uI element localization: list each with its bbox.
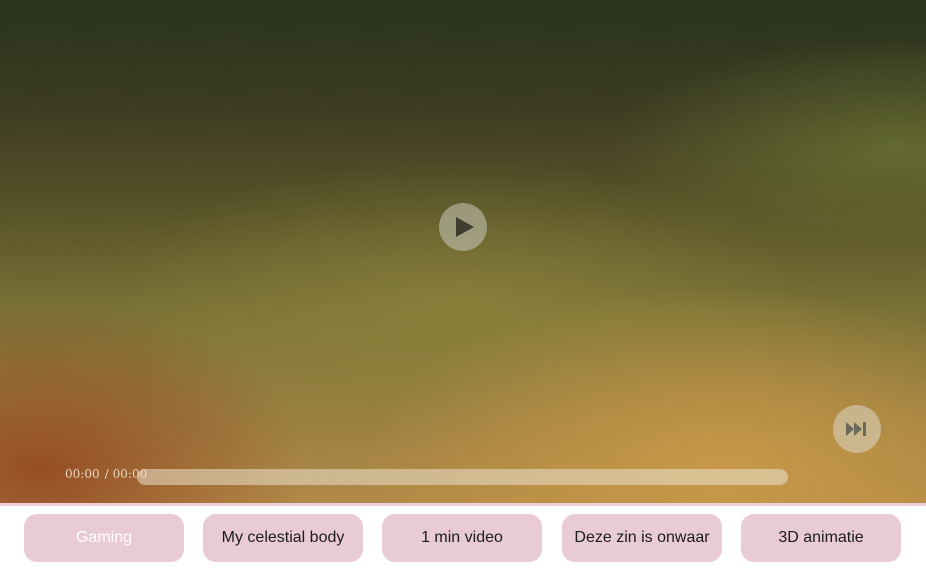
film-grain-overlay <box>0 0 926 503</box>
current-time: 00:00 <box>65 467 100 481</box>
skip-forward-button[interactable] <box>833 405 881 453</box>
time-display: 00:00/00:00 <box>65 467 147 481</box>
progress-bar[interactable] <box>137 469 788 485</box>
play-button[interactable] <box>439 203 487 251</box>
play-icon <box>456 217 474 237</box>
video-tab-bar: Gaming My celestial body 1 min video Dez… <box>0 506 926 570</box>
tab-gaming[interactable]: Gaming <box>24 514 184 562</box>
tab-1-min-video[interactable]: 1 min video <box>382 514 542 562</box>
tab-my-celestial-body[interactable]: My celestial body <box>203 514 363 562</box>
time-separator: / <box>104 467 109 481</box>
video-player[interactable]: 00:00/00:00 <box>0 0 926 503</box>
tab-3d-animatie[interactable]: 3D animatie <box>741 514 901 562</box>
tab-deze-zin-is-onwaar[interactable]: Deze zin is onwaar <box>562 514 722 562</box>
skip-forward-icon <box>846 422 866 436</box>
app-root: 00:00/00:00 Gaming My celestial body 1 m… <box>0 0 926 570</box>
